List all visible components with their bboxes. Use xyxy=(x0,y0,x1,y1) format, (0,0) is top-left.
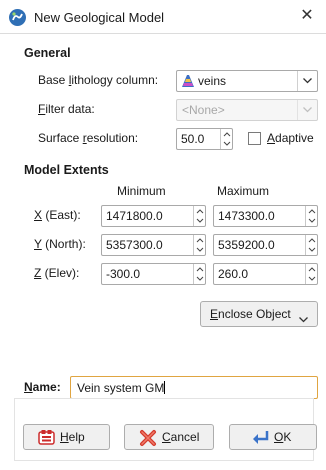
close-icon[interactable]: ✕ xyxy=(296,5,318,27)
y-minimum-spinbox[interactable]: 5357300.0 xyxy=(101,234,206,256)
minimum-column-header: Minimum xyxy=(117,184,166,198)
z-minimum-spinbox[interactable]: -300.0 xyxy=(101,263,206,285)
x-east-label: X (East): xyxy=(34,208,81,222)
z-maximum-spinbox[interactable]: 260.0 xyxy=(213,263,318,285)
surface-resolution-value: 50.0 xyxy=(181,132,205,146)
geological-model-icon xyxy=(9,9,26,26)
footer-left-divider xyxy=(14,398,15,460)
lithology-icon xyxy=(180,73,196,89)
surface-resolution-spinbox[interactable]: 50.0 xyxy=(176,128,233,150)
ok-button[interactable]: OK xyxy=(229,424,317,450)
help-label: Help xyxy=(60,430,85,444)
spin-arrows-icon[interactable] xyxy=(193,235,205,255)
filter-data-select[interactable]: <None> xyxy=(176,99,318,121)
filter-data-value: <None> xyxy=(182,103,225,117)
x-maximum-spinbox[interactable]: 1473300.0 xyxy=(213,205,318,227)
cancel-button[interactable]: Cancel xyxy=(124,424,214,450)
chevron-down-icon xyxy=(297,100,317,120)
spin-arrows-icon[interactable] xyxy=(305,235,317,255)
y-maximum-value: 5359200.0 xyxy=(218,238,275,252)
chevron-down-icon xyxy=(299,312,308,323)
title-bar: New Geological Model ✕ xyxy=(0,0,326,34)
z-elev-label: Z (Elev): xyxy=(34,266,80,280)
cancel-label: Cancel xyxy=(162,430,200,444)
cancel-icon xyxy=(139,429,157,447)
adaptive-label[interactable]: Adaptive xyxy=(267,131,314,145)
help-button[interactable]: Help xyxy=(23,424,110,450)
model-extents-heading: Model Extents xyxy=(24,163,109,177)
base-lithology-label: Base lithology column: xyxy=(38,73,159,87)
filter-data-label: Filter data: xyxy=(38,102,95,116)
spin-arrows-icon[interactable] xyxy=(193,206,205,226)
base-lithology-select[interactable]: veins xyxy=(176,70,318,92)
enclose-object-label: Enclose Object xyxy=(210,307,291,321)
y-minimum-value: 5357300.0 xyxy=(106,238,163,252)
window-title: New Geological Model xyxy=(34,10,165,25)
x-minimum-value: 1471800.0 xyxy=(106,209,163,223)
y-maximum-spinbox[interactable]: 5359200.0 xyxy=(213,234,318,256)
name-value: Vein system GM xyxy=(77,381,165,395)
chevron-down-icon[interactable] xyxy=(297,71,317,91)
text-caret xyxy=(164,381,166,394)
general-heading: General xyxy=(24,46,71,60)
footer-bottom-divider xyxy=(14,460,314,461)
footer-top-divider xyxy=(14,398,314,399)
z-minimum-value: -300.0 xyxy=(106,267,141,281)
spin-arrows-icon[interactable] xyxy=(305,206,317,226)
ok-icon xyxy=(251,429,271,447)
spin-arrows-icon[interactable] xyxy=(220,129,232,149)
spin-arrows-icon[interactable] xyxy=(193,264,205,284)
x-maximum-value: 1473300.0 xyxy=(218,209,275,223)
help-icon xyxy=(38,429,55,446)
maximum-column-header: Maximum xyxy=(217,184,270,198)
z-maximum-value: 260.0 xyxy=(218,267,249,281)
ok-label: OK xyxy=(274,430,292,444)
x-minimum-spinbox[interactable]: 1471800.0 xyxy=(101,205,206,227)
spin-arrows-icon[interactable] xyxy=(305,264,317,284)
name-input[interactable]: Vein system GM xyxy=(70,376,318,399)
y-north-label: Y (North): xyxy=(34,237,86,251)
enclose-object-button[interactable]: Enclose Object xyxy=(200,301,318,327)
adaptive-checkbox[interactable] xyxy=(248,132,261,145)
surface-resolution-label: Surface resolution: xyxy=(38,131,139,145)
base-lithology-value: veins xyxy=(198,74,227,88)
name-label: Name: xyxy=(24,380,61,394)
